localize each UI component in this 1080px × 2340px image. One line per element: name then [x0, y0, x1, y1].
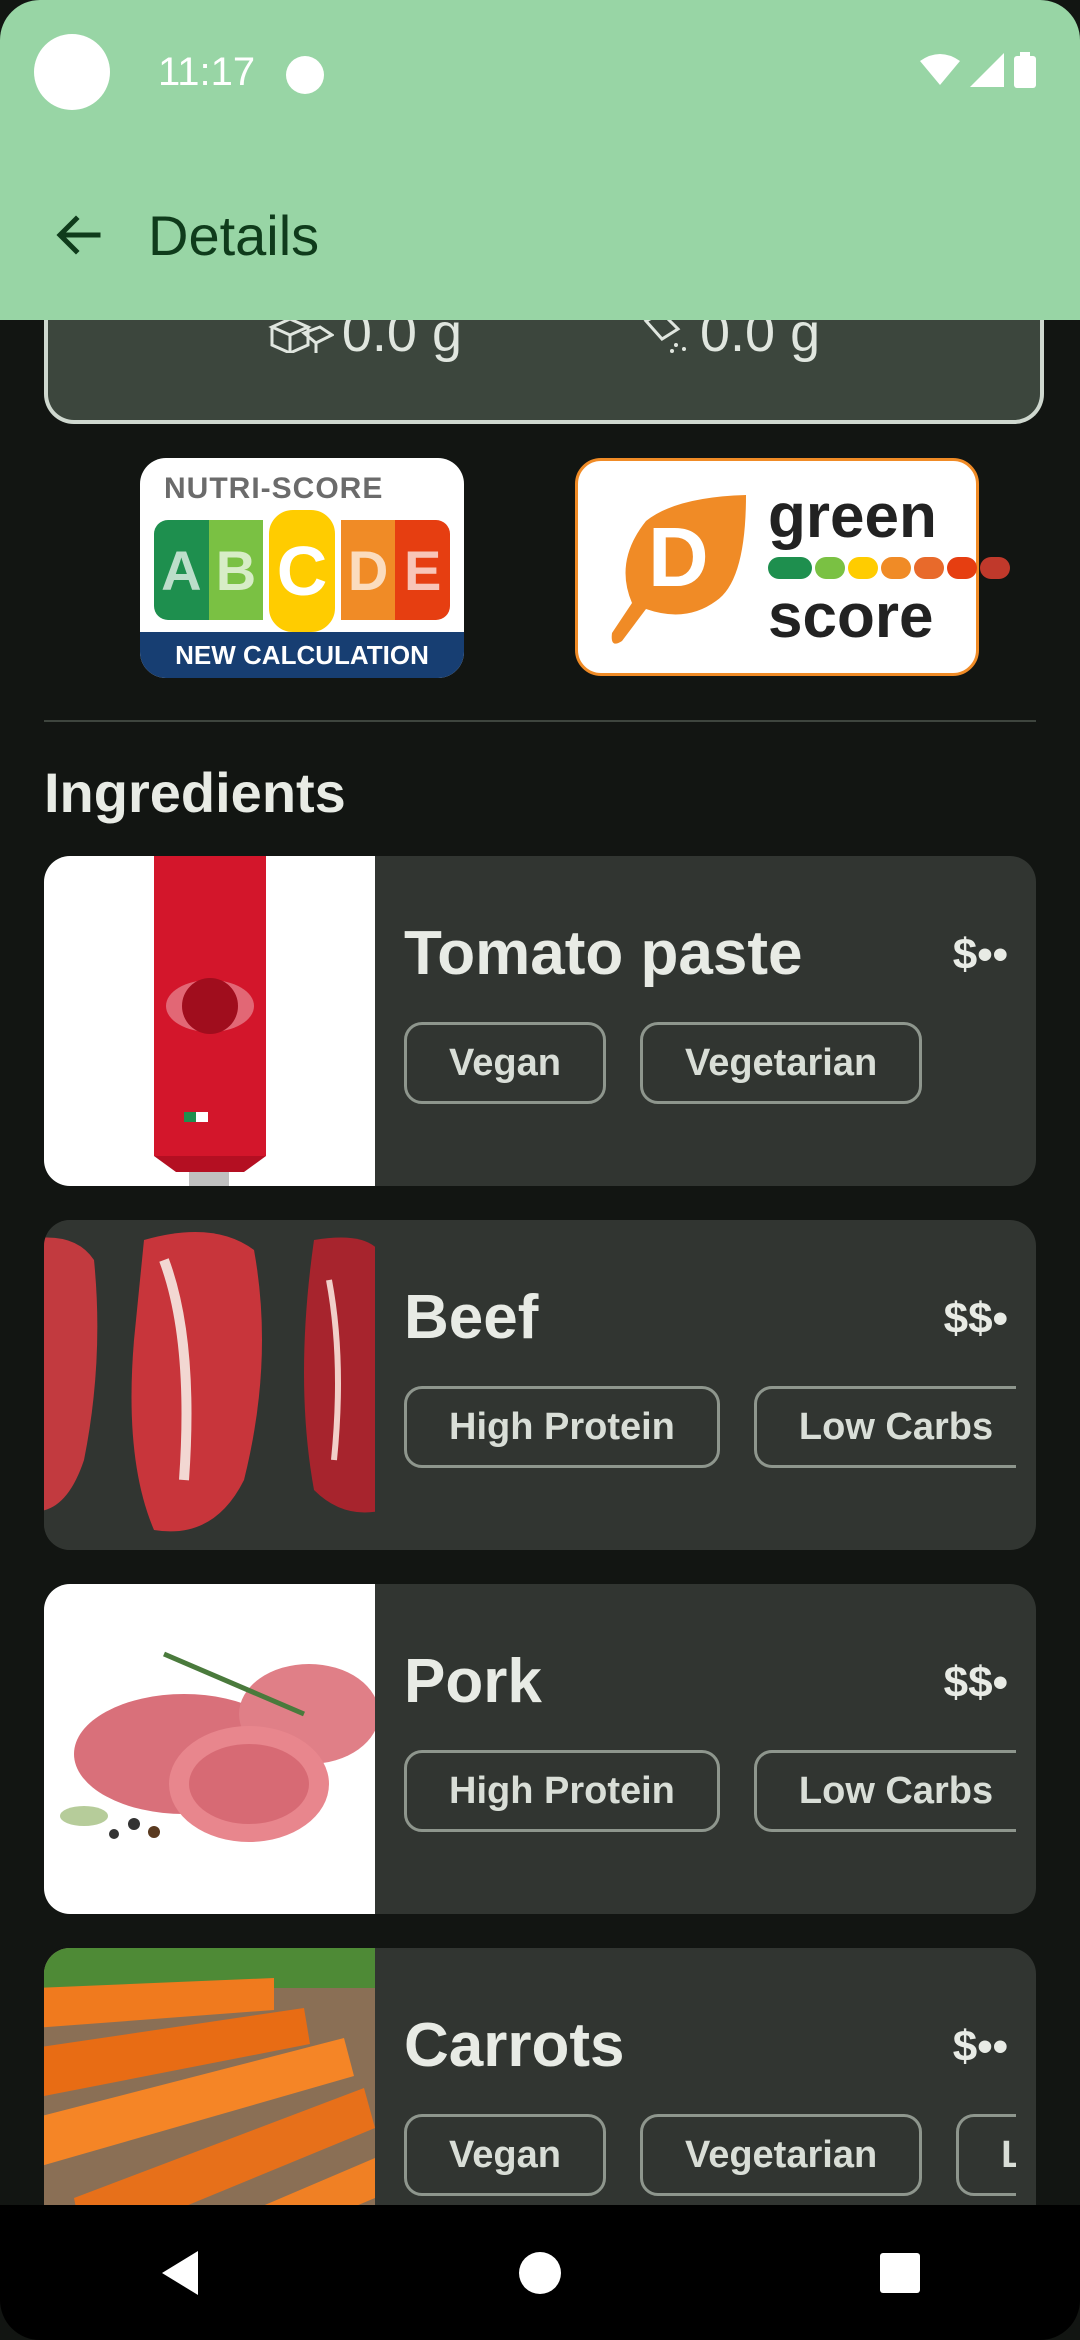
ingredient-name: Pork [404, 1647, 542, 1716]
tag-chip[interactable]: Vegetarian [639, 2114, 923, 2196]
status-icons [920, 52, 1036, 88]
nutri-score-scale: A B C D E [154, 504, 450, 638]
nutri-grade-b: B [208, 520, 264, 620]
ingredient-price: $•• [952, 930, 1008, 979]
nutrition-value-left: 0.0 g [268, 320, 462, 364]
nutri-score-label: NUTRI-SCORE [164, 472, 384, 505]
ingredient-card-tomato-paste[interactable]: Tomato paste $•• Vegan Vegetarian [44, 856, 1036, 1186]
tag-chip[interactable]: High Protein [404, 1386, 720, 1468]
nutri-score-badge[interactable]: NUTRI-SCORE A B C D E NEW CALCULATION [140, 458, 464, 678]
notification-icon [286, 56, 324, 94]
nutri-grade-c: C [263, 504, 341, 638]
tag-chip[interactable]: High Protein [404, 1750, 720, 1832]
tag-chip[interactable]: Vegan [404, 1022, 606, 1104]
ingredient-name: Tomato paste [404, 919, 803, 988]
nutri-grade-e: E [395, 520, 450, 620]
tomato-paste-image [44, 856, 375, 1186]
score-badges: NUTRI-SCORE A B C D E NEW CALCULATION D … [0, 458, 1080, 678]
green-score-word-top: green [768, 482, 937, 551]
ingredient-tags: High Protein Low Carbs [404, 1750, 1016, 1832]
ingredient-card-pork[interactable]: Pork $$• High Protein Low Carbs [44, 1584, 1036, 1914]
arrow-back-icon [56, 215, 101, 255]
ingredient-price: $$• [943, 1294, 1008, 1343]
nav-recents-button[interactable] [850, 2223, 950, 2323]
square-recents-icon [880, 2252, 920, 2293]
ingredient-price: $•• [952, 2022, 1008, 2071]
ingredient-tags: Vegan Vegetarian [404, 1022, 1016, 1104]
nutri-score-footer: NEW CALCULATION [140, 632, 464, 678]
status-bar: 11:17 [0, 0, 1080, 150]
ingredient-tags: High Protein Low Carbs [404, 1386, 1016, 1468]
system-nav-bar [0, 2205, 1080, 2340]
nav-home-button[interactable] [490, 2223, 590, 2323]
ingredient-price: $$• [943, 1658, 1008, 1707]
nav-back-button[interactable] [130, 2223, 230, 2323]
triangle-back-icon [162, 2250, 198, 2295]
green-score-grade: D [648, 510, 709, 604]
tag-chip[interactable]: L [956, 2114, 1016, 2196]
tag-chip[interactable]: Vegetarian [639, 1022, 923, 1104]
nutrition-card: 0.0 g 0.0 g [44, 320, 1044, 424]
ingredient-tags: Vegan Vegetarian L [404, 2114, 1016, 2196]
ingredient-card-carrots[interactable]: Carrots $•• Vegan Vegetarian L [44, 1948, 1036, 2205]
circle-home-icon [519, 2251, 561, 2294]
carrots-image [44, 1948, 375, 2205]
green-score-scale [768, 557, 1010, 579]
nutri-grade-a: A [154, 520, 209, 620]
tag-chip[interactable]: Low Carbs [753, 1750, 1016, 1832]
page-title: Details [148, 203, 320, 267]
divider [44, 720, 1036, 722]
nutri-grade-d: D [340, 520, 396, 620]
status-time: 11:17 [158, 50, 256, 94]
salt-icon [643, 320, 686, 353]
details-scroll[interactable]: 0.0 g 0.0 g NUTRI-SCORE A B C D E NEW CA… [0, 320, 1080, 2205]
signal-icon [970, 53, 1004, 87]
sugar-cubes-icon [268, 320, 334, 353]
ingredient-card-beef[interactable]: Beef $$• High Protein Low Carbs [44, 1220, 1036, 1550]
nutrition-value-right: 0.0 g [642, 320, 820, 364]
back-button[interactable] [38, 195, 118, 275]
tag-chip[interactable]: Vegan [404, 2114, 606, 2196]
top-app-bar: Details [0, 150, 1080, 320]
ingredients-heading: Ingredients [44, 761, 346, 824]
green-score-badge[interactable]: D green score [575, 458, 1010, 676]
pork-image [44, 1584, 375, 1914]
camera-cutout [34, 34, 110, 110]
ingredient-name: Carrots [404, 2011, 625, 2080]
beef-image [44, 1220, 375, 1550]
tag-chip[interactable]: Low Carbs [753, 1386, 1016, 1468]
ingredient-name: Beef [404, 1283, 539, 1352]
wifi-icon [920, 54, 960, 85]
green-score-word-bottom: score [768, 582, 934, 651]
battery-icon [1014, 52, 1036, 88]
